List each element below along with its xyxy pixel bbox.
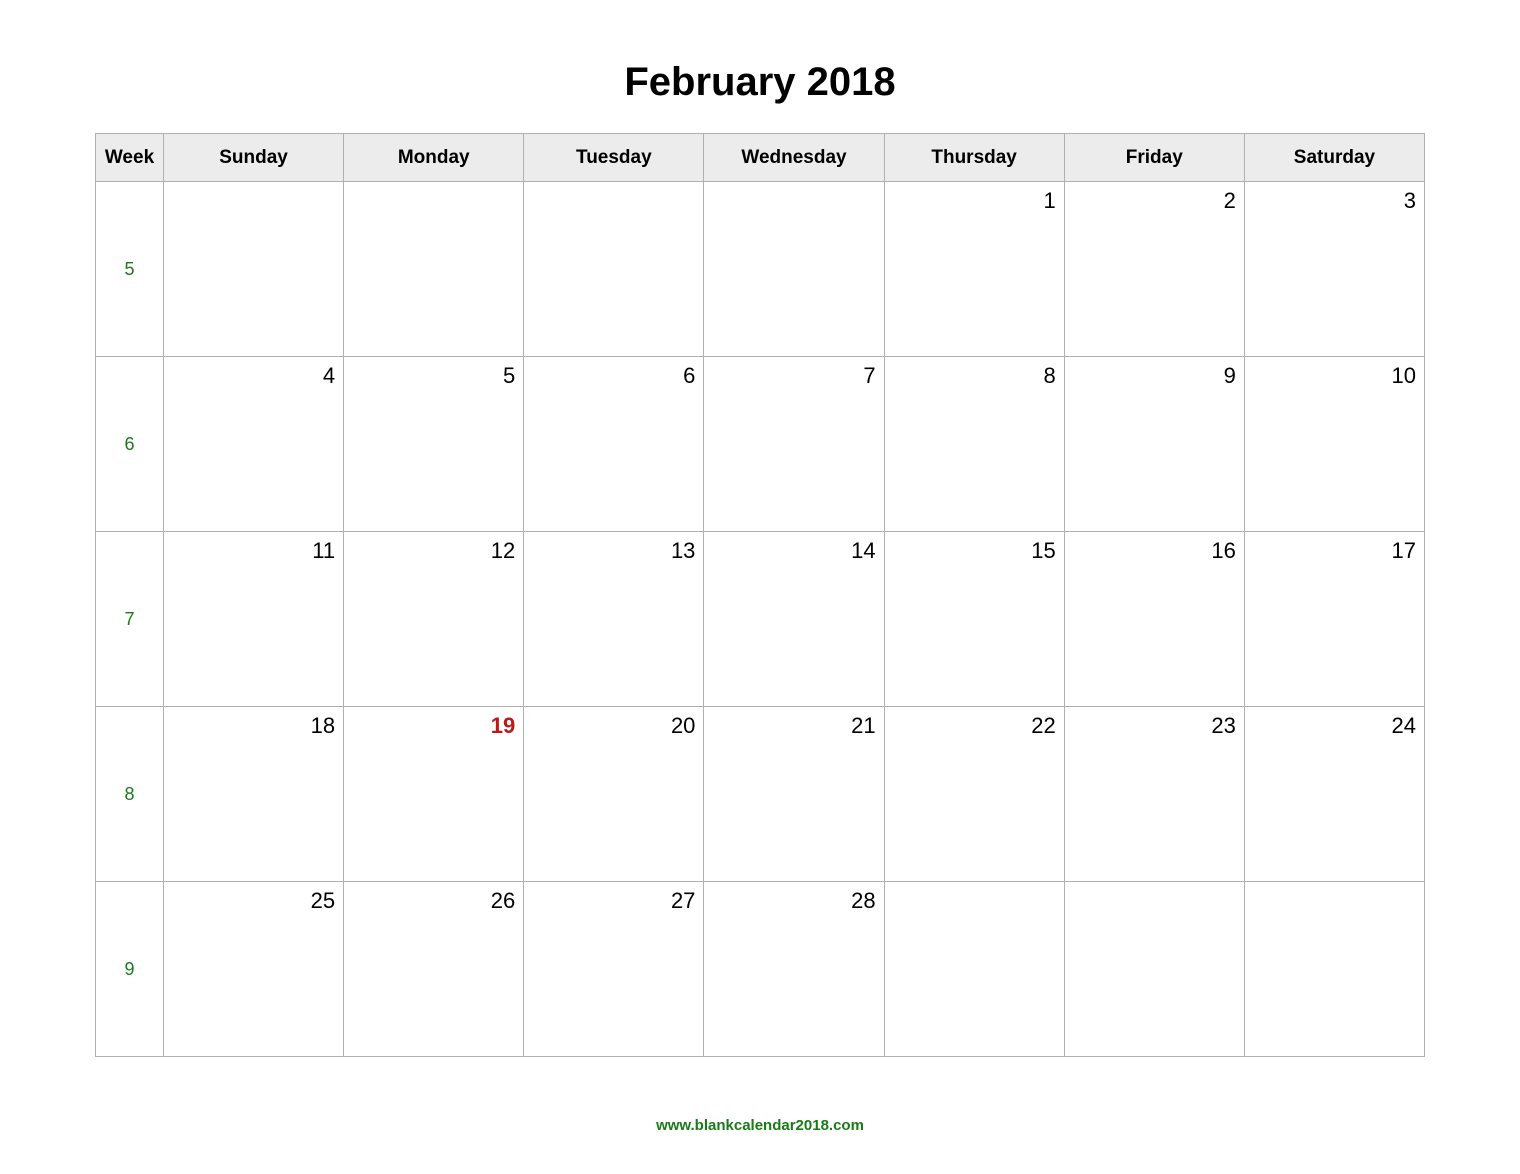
day-cell: [704, 182, 884, 357]
day-cell: 26: [344, 882, 524, 1057]
day-cell: [164, 182, 344, 357]
week-number: 7: [96, 532, 164, 707]
day-cell: 21: [704, 707, 884, 882]
header-row: Week Sunday Monday Tuesday Wednesday Thu…: [96, 134, 1425, 182]
calendar-row: 818192021222324: [96, 707, 1425, 882]
calendar-table: Week Sunday Monday Tuesday Wednesday Thu…: [95, 133, 1425, 1057]
day-cell: 9: [1064, 357, 1244, 532]
calendar-row: 5 123: [96, 182, 1425, 357]
calendar-row: 925262728: [96, 882, 1425, 1057]
day-cell: [1244, 882, 1424, 1057]
week-number: 9: [96, 882, 164, 1057]
day-cell: [524, 182, 704, 357]
day-cell: [884, 882, 1064, 1057]
header-day-friday: Friday: [1064, 134, 1244, 182]
week-number: 6: [96, 357, 164, 532]
day-cell: [1064, 882, 1244, 1057]
week-number: 8: [96, 707, 164, 882]
day-cell: 6: [524, 357, 704, 532]
day-cell: 13: [524, 532, 704, 707]
day-cell: 18: [164, 707, 344, 882]
day-cell: 27: [524, 882, 704, 1057]
day-cell: 2: [1064, 182, 1244, 357]
day-cell: 7: [704, 357, 884, 532]
header-day-tuesday: Tuesday: [524, 134, 704, 182]
day-cell: 11: [164, 532, 344, 707]
header-day-sunday: Sunday: [164, 134, 344, 182]
day-cell: 22: [884, 707, 1064, 882]
day-cell: 15: [884, 532, 1064, 707]
day-cell: 4: [164, 357, 344, 532]
day-cell: 24: [1244, 707, 1424, 882]
header-day-wednesday: Wednesday: [704, 134, 884, 182]
day-cell: 16: [1064, 532, 1244, 707]
day-cell: 17: [1244, 532, 1424, 707]
calendar-row: 711121314151617: [96, 532, 1425, 707]
week-number: 5: [96, 182, 164, 357]
day-cell: 25: [164, 882, 344, 1057]
day-cell: [344, 182, 524, 357]
day-cell: 5: [344, 357, 524, 532]
calendar-container: February 2018 Week Sunday Monday Tuesday…: [0, 0, 1520, 1057]
day-cell: 10: [1244, 357, 1424, 532]
day-cell: 8: [884, 357, 1064, 532]
day-cell: 12: [344, 532, 524, 707]
header-day-monday: Monday: [344, 134, 524, 182]
calendar-row: 645678910: [96, 357, 1425, 532]
calendar-title: February 2018: [95, 60, 1425, 105]
header-day-saturday: Saturday: [1244, 134, 1424, 182]
footer-credit: www.blankcalendar2018.com: [0, 1117, 1520, 1134]
day-cell: 14: [704, 532, 884, 707]
day-cell: 19: [344, 707, 524, 882]
day-cell: 3: [1244, 182, 1424, 357]
day-cell: 23: [1064, 707, 1244, 882]
header-week: Week: [96, 134, 164, 182]
day-cell: 20: [524, 707, 704, 882]
header-day-thursday: Thursday: [884, 134, 1064, 182]
day-cell: 28: [704, 882, 884, 1057]
day-cell: 1: [884, 182, 1064, 357]
